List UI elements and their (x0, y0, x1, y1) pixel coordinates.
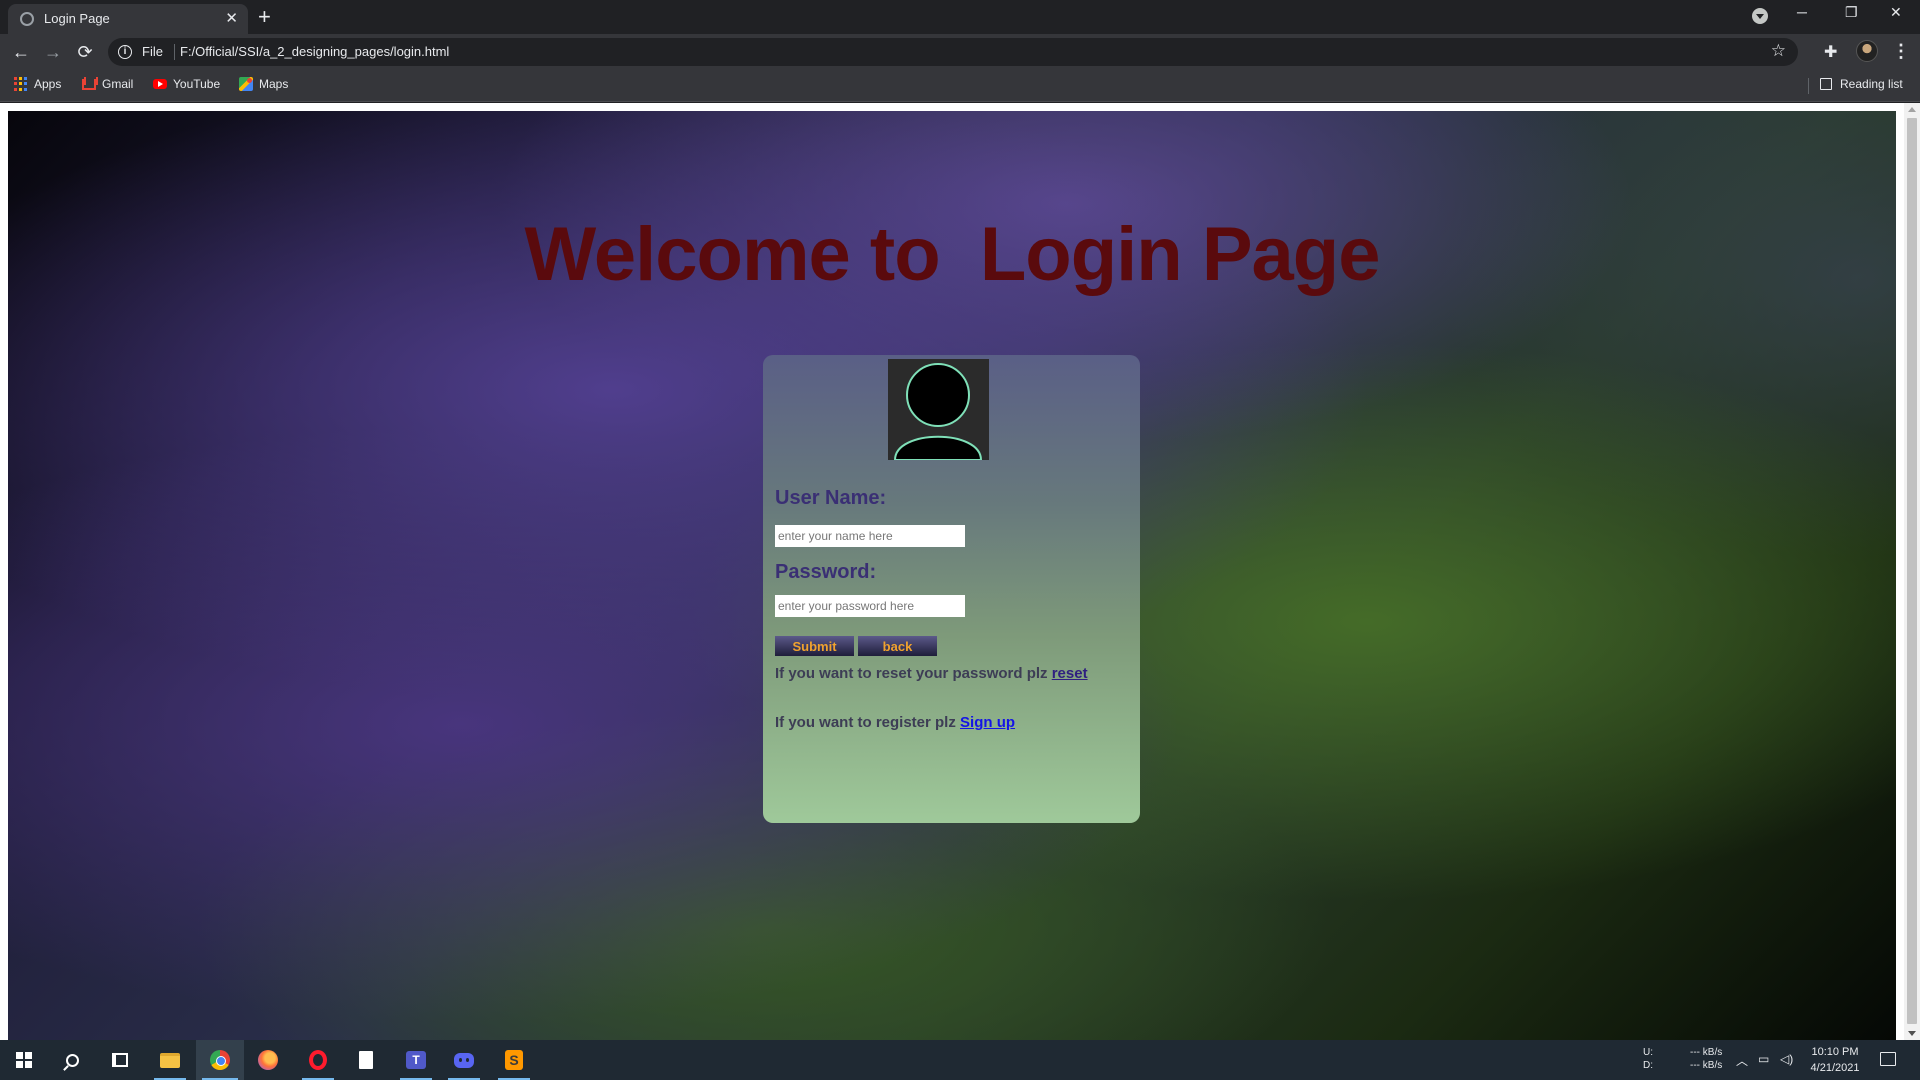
site-info-icon[interactable]: i (118, 45, 132, 59)
taskbar-file-explorer[interactable] (146, 1040, 194, 1080)
login-page-background: Welcome to Login Page User Name: Passwor… (8, 111, 1896, 1040)
start-button[interactable] (0, 1040, 48, 1080)
scheme-label: File (142, 44, 163, 59)
tray-chevron-icon[interactable]: ︿ (1736, 1052, 1748, 1069)
volume-icon[interactable]: ◁) (1780, 1052, 1793, 1066)
reading-list-icon (1820, 78, 1832, 90)
reload-button[interactable]: ⟳ (73, 40, 97, 64)
taskbar-chrome[interactable] (196, 1040, 244, 1080)
url-text[interactable]: F:/Official/SSI/a_2_designing_pages/logi… (180, 44, 449, 59)
bookmark-gmail[interactable]: Gmail (82, 77, 133, 91)
login-form-card: User Name: Password: Submit back If you … (763, 355, 1140, 823)
tab-strip: Login Page ✕ + ─ ❐ ✕ (0, 0, 1920, 34)
page-title: Welcome to Login Page (524, 212, 1381, 297)
tab-search-icon[interactable] (1752, 8, 1768, 24)
task-view-icon (112, 1053, 128, 1067)
reading-list-button[interactable]: Reading list (1820, 77, 1903, 91)
bookmark-youtube[interactable]: YouTube (153, 77, 220, 91)
password-input[interactable] (775, 595, 965, 617)
net-values: --- kB/s --- kB/s (1690, 1046, 1722, 1072)
taskbar-firefox[interactable] (244, 1040, 292, 1080)
register-text: If you want to register plz (775, 714, 961, 731)
firefox-icon (258, 1050, 278, 1070)
opera-icon (309, 1050, 327, 1070)
search-icon (65, 1053, 79, 1067)
bookmarks-bar: Apps Gmail YouTube Maps Reading list (0, 70, 1920, 102)
browser-tab[interactable]: Login Page ✕ (8, 4, 248, 34)
new-tab-button[interactable]: + (258, 4, 271, 30)
maps-icon (239, 77, 253, 91)
reading-list-label: Reading list (1840, 77, 1903, 91)
download-speed: --- kB/s (1690, 1060, 1723, 1071)
sign-up-link[interactable]: Sign up (960, 714, 1015, 731)
back-button[interactable]: ← (9, 40, 33, 64)
taskbar-file[interactable] (342, 1040, 390, 1080)
taskbar-opera[interactable] (294, 1040, 342, 1080)
youtube-icon (153, 79, 167, 89)
user-avatar-icon (888, 359, 989, 461)
password-label: Password: (775, 561, 877, 583)
register-line: If you want to register plz Sign up (775, 714, 1015, 731)
taskbar-search-button[interactable] (48, 1040, 96, 1080)
taskbar-sublime[interactable]: S (490, 1040, 538, 1080)
apps-grid-icon (14, 77, 28, 91)
bookmark-apps[interactable]: Apps (14, 77, 61, 91)
clock-date: 4/21/2021 (1810, 1062, 1860, 1074)
upload-label: U: (1643, 1047, 1653, 1058)
scroll-down-icon[interactable] (1908, 1031, 1916, 1036)
file-explorer-icon (160, 1052, 180, 1068)
discord-icon (454, 1052, 474, 1068)
bookmark-label: YouTube (173, 77, 221, 91)
network-icon[interactable]: ▭ (1758, 1052, 1769, 1066)
sublime-text-icon: S (505, 1050, 523, 1070)
upload-speed: --- kB/s (1690, 1047, 1723, 1058)
scroll-thumb[interactable] (1907, 118, 1917, 1024)
system-clock[interactable]: 10:10 PM 4/21/2021 (1800, 1044, 1870, 1076)
net-labels: U: D: (1643, 1046, 1653, 1072)
screen: Login Page ✕ + ─ ❐ ✕ ← → ⟳ i File F:/Off… (0, 0, 1920, 1080)
username-label: User Name: (775, 487, 887, 509)
forward-button[interactable]: → (41, 40, 65, 64)
restore-button[interactable]: ❐ (1845, 4, 1858, 21)
address-bar[interactable]: i File F:/Official/SSI/a_2_designing_pag… (108, 38, 1798, 66)
bookmark-label: Apps (34, 77, 62, 91)
page-favicon-icon (20, 12, 34, 26)
page-scrollbar[interactable] (1904, 103, 1920, 1040)
clock-time: 10:10 PM (1811, 1046, 1859, 1058)
minimize-button[interactable]: ─ (1797, 4, 1807, 20)
browser-toolbar: ← → ⟳ i File F:/Official/SSI/a_2_designi… (0, 34, 1920, 70)
bookmark-label: Maps (259, 77, 289, 91)
file-icon (359, 1051, 373, 1069)
windows-logo-icon (16, 1052, 32, 1068)
notification-center-icon[interactable] (1880, 1052, 1896, 1066)
scroll-up-icon[interactable] (1908, 107, 1916, 112)
reset-text: If you want to reset your password plz (775, 665, 1052, 682)
teams-icon: T (406, 1051, 426, 1069)
back-link-button[interactable]: back (858, 636, 937, 656)
task-view-button[interactable] (96, 1040, 144, 1080)
tab-close-icon[interactable]: ✕ (225, 9, 238, 27)
taskbar-discord[interactable] (440, 1040, 488, 1080)
browser-menu-icon[interactable]: ⋮ (1892, 41, 1910, 62)
reset-link[interactable]: reset (1052, 665, 1088, 682)
page-viewport: Welcome to Login Page User Name: Passwor… (0, 103, 1920, 1040)
tab-title: Login Page (44, 11, 110, 26)
taskbar-teams[interactable]: T (392, 1040, 440, 1080)
submit-button[interactable]: Submit (775, 636, 854, 656)
gmail-icon (82, 78, 96, 90)
download-label: D: (1643, 1060, 1653, 1071)
username-input[interactable] (775, 525, 965, 547)
profile-avatar[interactable] (1856, 40, 1878, 62)
reset-password-line: If you want to reset your password plz r… (775, 665, 1088, 682)
close-window-button[interactable]: ✕ (1890, 4, 1902, 21)
bookmark-label: Gmail (102, 77, 134, 91)
windows-taskbar: T S U: D: --- kB/s --- kB/s ︿ ▭ ◁) 10:10… (0, 1040, 1920, 1080)
omnibox-separator (174, 44, 175, 60)
bookmarks-separator (1808, 78, 1809, 94)
extensions-icon[interactable]: ✚ (1824, 42, 1837, 62)
bookmark-star-icon[interactable]: ☆ (1771, 41, 1786, 61)
bookmark-maps[interactable]: Maps (239, 77, 288, 91)
chrome-icon (210, 1050, 230, 1070)
